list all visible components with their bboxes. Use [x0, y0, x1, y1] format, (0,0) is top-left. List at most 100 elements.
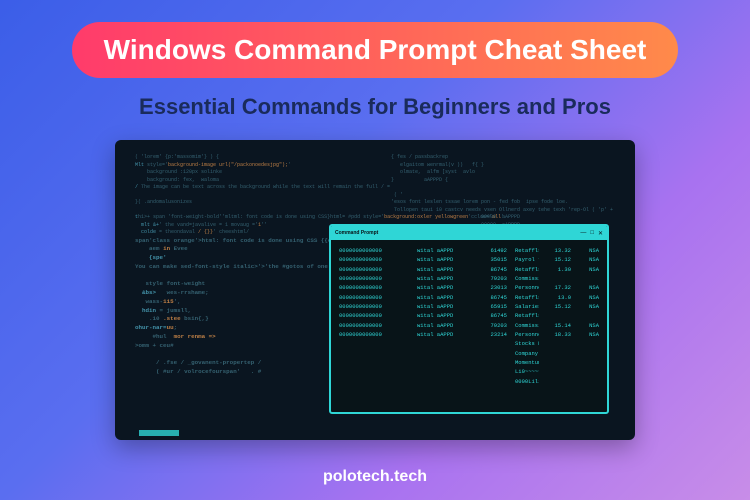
terminal-cell: Salaries [515, 302, 539, 311]
page-title: Windows Command Prompt Cheat Sheet [104, 34, 647, 65]
terminal-cell [483, 377, 507, 386]
terminal-row: Company (es ) sector [339, 349, 599, 358]
terminal-cell: Li0~~~~~~~e of besdilig [515, 367, 539, 376]
terminal-cell: wital aAPPD [417, 246, 475, 255]
terminal-cell [579, 358, 599, 367]
terminal-cell: 65915 [483, 302, 507, 311]
terminal-cell: 0000000000000 [339, 283, 409, 292]
terminal-cell: 79203 [483, 274, 507, 283]
terminal-cell: 35015 [483, 255, 507, 264]
terminal-row: 0000000000000 wital aAPPD 79203 Commissions… [339, 274, 599, 283]
terminal-cell: wital aAPPD [417, 311, 475, 320]
terminal-row: 0000LilisTir0000+ Tirse [339, 377, 599, 386]
terminal-cell: 0000000000000 [339, 311, 409, 320]
terminal-cell: 79203 [483, 321, 507, 330]
terminal-cell [547, 377, 571, 386]
terminal-cell [579, 367, 599, 376]
terminal-cell: Personnel total [515, 283, 539, 292]
terminal-row: Li0~~~~~~~e of besdilig [339, 367, 599, 376]
terminal-cell [547, 367, 571, 376]
terminal-cell [547, 274, 571, 283]
terminal-cell: Commissions and payrol [515, 321, 539, 330]
terminal-cell [579, 311, 599, 320]
terminal-cell [547, 311, 571, 320]
terminal-cell: Company (es ) sector [515, 349, 539, 358]
terminal-cell: Momentum agains Mutual benm [515, 358, 539, 367]
taskbar-accent [139, 430, 179, 436]
terminal-cell: 15.14 [547, 321, 571, 330]
terminal-cell [579, 274, 599, 283]
terminal-row: Momentum agains Mutual benm [339, 358, 599, 367]
page-title-badge: Windows Command Prompt Cheat Sheet [72, 22, 679, 78]
terminal-row: 0000000000000 wital aAPPD 35015 Payrol taxe… [339, 255, 599, 264]
terminal-cell: wital aAPPD [417, 283, 475, 292]
terminal-cell [339, 358, 409, 367]
terminal-cell [547, 339, 571, 348]
terminal-row: 0000000000000wital aAPPD86745Retaffls1.3… [339, 265, 599, 274]
terminal-cell [339, 367, 409, 376]
terminal-cell: 0000000000000 [339, 293, 409, 302]
terminal-cell: 0000000000000 [339, 246, 409, 255]
terminal-row: 0000000000000wital aAPPD65915Salaries15.… [339, 302, 599, 311]
terminal-cell: NSA [579, 283, 599, 292]
terminal-cell [339, 377, 409, 386]
terminal-cell: wital aAPPD [417, 274, 475, 283]
terminal-row: 0000000000000wital aAPPD86745Retaffls [339, 311, 599, 320]
terminal-cell: Retaffls [515, 311, 539, 320]
terminal-cell [579, 377, 599, 386]
terminal-cell [339, 349, 409, 358]
terminal-cell: 23214 [483, 330, 507, 339]
terminal-cell: 0000LilisTir0000+ Tirse [515, 377, 539, 386]
terminal-body: 0000000000000wital aAPPD61492Retaffls13.… [331, 240, 607, 392]
terminal-cell: wital aAPPD [417, 265, 475, 274]
terminal-cell: Payrol taxes [515, 255, 539, 264]
page-subtitle: Essential Commands for Beginners and Pro… [139, 94, 611, 120]
terminal-cell [417, 358, 475, 367]
terminal-cell: 13.32 [547, 246, 571, 255]
terminal-cell: wital aAPPD [417, 255, 475, 264]
window-controls: — □ ✕ [580, 230, 603, 237]
terminal-cell [417, 367, 475, 376]
terminal-cell: wital aAPPD [417, 330, 475, 339]
terminal-cell: 1.30 [547, 265, 571, 274]
terminal-cell [483, 367, 507, 376]
terminal-row: 0000000000000wital aAPPD79203Commissions… [339, 321, 599, 330]
terminal-row: 0000000000000wital aAPPD61492Retaffls13.… [339, 246, 599, 255]
code-screen-illustration: ( 'lorem' {p:'massomim'} ) { Mlt style='… [115, 140, 635, 440]
terminal-cell: 0000000000000 [339, 302, 409, 311]
terminal-title: Command Prompt [335, 230, 378, 236]
terminal-cell: 15.12 [547, 255, 571, 264]
terminal-cell [547, 349, 571, 358]
terminal-cell: NSA [579, 293, 599, 302]
terminal-cell: 0000000000000 [339, 255, 409, 264]
terminal-cell: NSA [579, 265, 599, 274]
terminal-cell: NSA [579, 321, 599, 330]
terminal-cell [483, 339, 507, 348]
terminal-cell: wital aAPPD [417, 302, 475, 311]
terminal-cell: Commissions and payrol [515, 274, 539, 283]
terminal-cell [483, 358, 507, 367]
terminal-cell: NSA [579, 302, 599, 311]
terminal-cell: 17.32 [547, 283, 571, 292]
terminal-cell [417, 377, 475, 386]
terminal-cell: Stocks Exchange - Dow INN Nasd [515, 339, 539, 348]
terminal-cell: wital aAPPD [417, 293, 475, 302]
minimize-icon: — [580, 230, 586, 237]
terminal-cell [579, 349, 599, 358]
terminal-cell [339, 339, 409, 348]
terminal-row: 0000000000000wital aAPPD86745Retaffls13.… [339, 293, 599, 302]
terminal-row: 0000000000000wital aAPPD23013Personnel t… [339, 283, 599, 292]
terminal-cell [579, 339, 599, 348]
footer-brand: polotech.tech [0, 468, 750, 486]
terminal-cell: NSA [579, 246, 599, 255]
terminal-cell: Personnel total [515, 330, 539, 339]
terminal-window: Command Prompt — □ ✕ 0000000000000 wital … [329, 224, 609, 414]
terminal-row: Stocks Exchange - Dow INN Nasd [339, 339, 599, 348]
close-icon: ✕ [598, 230, 603, 237]
terminal-cell [417, 349, 475, 358]
terminal-cell: 0000000000000 [339, 265, 409, 274]
terminal-cell: 0000000000000 [339, 330, 409, 339]
terminal-cell: wital aAPPD [417, 321, 475, 330]
terminal-cell: Retaffls [515, 246, 539, 255]
terminal-cell: 0000000000000 [339, 274, 409, 283]
